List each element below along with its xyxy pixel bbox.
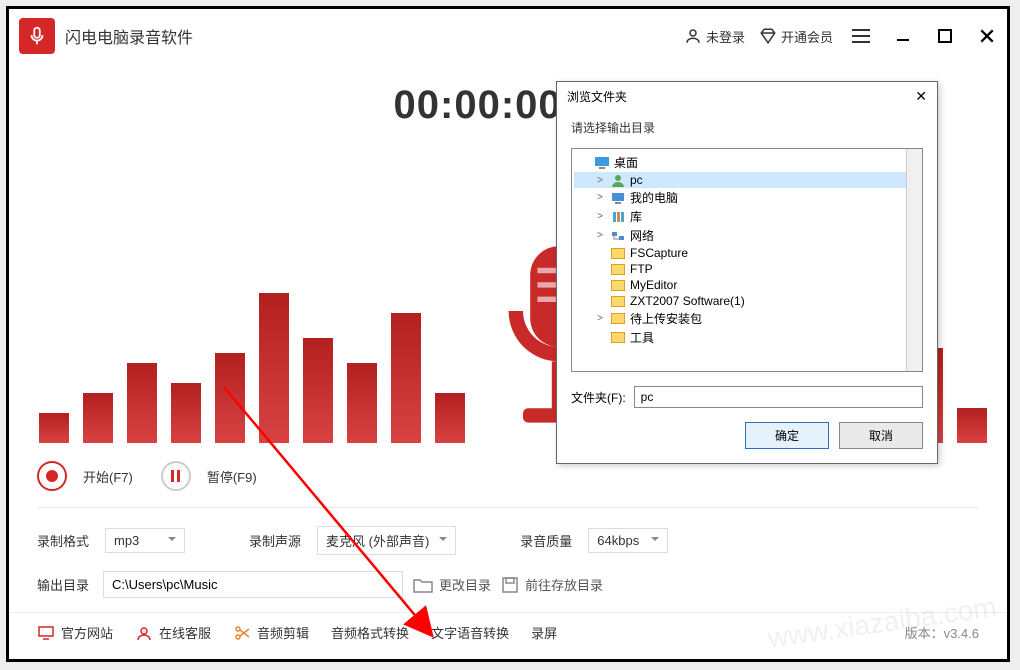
record-label: 开始(F7) bbox=[83, 467, 133, 486]
tree-item-label: ZXT2007 Software(1) bbox=[630, 294, 745, 308]
login-button[interactable]: 未登录 bbox=[684, 27, 745, 46]
minimize-icon bbox=[896, 29, 910, 43]
tree-item-label: 桌面 bbox=[614, 154, 638, 171]
diamond-icon bbox=[759, 27, 777, 45]
folder-icon bbox=[413, 577, 433, 593]
output-dir-input[interactable] bbox=[103, 571, 403, 598]
tree-user-icon bbox=[610, 173, 626, 187]
pause-button[interactable] bbox=[161, 461, 191, 491]
pause-icon bbox=[171, 470, 180, 482]
titlebar: 闪电电脑录音软件 未登录 开通会员 bbox=[9, 9, 1007, 63]
format-label: 录制格式 bbox=[37, 531, 93, 550]
tree-item[interactable]: > 待上传安装包 bbox=[574, 309, 920, 328]
app-title: 闪电电脑录音软件 bbox=[65, 24, 193, 48]
close-button[interactable] bbox=[973, 22, 1001, 50]
tree-item[interactable]: 工具 bbox=[574, 328, 920, 347]
maximize-icon bbox=[938, 29, 952, 43]
monitor-icon bbox=[37, 624, 55, 642]
app-window: 闪电电脑录音软件 未登录 开通会员 bbox=[6, 6, 1010, 662]
open-dir-button[interactable]: 前往存放目录 bbox=[501, 575, 603, 594]
official-site-link[interactable]: 官方网站 bbox=[37, 623, 113, 642]
folder-name-input[interactable] bbox=[634, 386, 923, 408]
audio-convert-link[interactable]: 音频格式转换 bbox=[331, 623, 409, 642]
user-icon bbox=[684, 27, 702, 45]
tree-item-label: pc bbox=[630, 173, 643, 187]
tree-item-label: 我的电脑 bbox=[630, 189, 678, 206]
tree-item[interactable]: FTP bbox=[574, 261, 920, 277]
folder-field-label: 文件夹(F): bbox=[571, 389, 626, 406]
maximize-button[interactable] bbox=[931, 22, 959, 50]
tts-link[interactable]: 文字语音转换 bbox=[431, 623, 509, 642]
quality-select[interactable]: 64kbps bbox=[588, 528, 668, 553]
tree-item-label: 工具 bbox=[630, 329, 654, 346]
folder-tree[interactable]: 桌面>pc>我的电脑>库>网络FSCaptureFTPMyEditorZXT20… bbox=[571, 148, 923, 372]
scissors-icon bbox=[233, 624, 251, 642]
tree-item[interactable]: ZXT2007 Software(1) bbox=[574, 293, 920, 309]
close-icon bbox=[979, 28, 995, 44]
tree-item-label: 待上传安装包 bbox=[630, 310, 702, 327]
dialog-hint: 请选择输出目录 bbox=[571, 119, 923, 136]
source-select[interactable]: 麦克风 (外部声音) bbox=[317, 526, 456, 555]
dialog-close-button[interactable]: ✕ bbox=[915, 88, 927, 105]
tree-item-label: MyEditor bbox=[630, 278, 677, 292]
tree-item-label: 库 bbox=[630, 208, 642, 225]
screen-record-link[interactable]: 录屏 bbox=[531, 623, 557, 642]
tree-item-label: FSCapture bbox=[630, 246, 688, 260]
record-button[interactable] bbox=[37, 461, 67, 491]
path-row: 输出目录 更改目录 前往存放目录 bbox=[9, 565, 1007, 612]
source-label: 录制声源 bbox=[249, 531, 305, 550]
dialog-titlebar: 浏览文件夹 ✕ bbox=[557, 82, 937, 111]
tree-item[interactable]: > pc bbox=[574, 172, 920, 188]
options-row: 录制格式 mp3 录制声源 麦克风 (外部声音) 录音质量 64kbps bbox=[9, 516, 1007, 565]
browse-folder-dialog: 浏览文件夹 ✕ 请选择输出目录 桌面>pc>我的电脑>库>网络FSCapture… bbox=[556, 81, 938, 464]
tree-desktop-icon bbox=[594, 156, 610, 170]
quality-label: 录音质量 bbox=[520, 531, 576, 550]
tree-item[interactable]: > 我的电脑 bbox=[574, 188, 920, 207]
titlebar-right: 未登录 开通会员 bbox=[684, 22, 1001, 50]
tree-twisty[interactable]: > bbox=[594, 192, 606, 203]
tree-network-icon bbox=[610, 229, 626, 243]
output-dir-label: 输出目录 bbox=[37, 575, 93, 594]
tree-folder-icon bbox=[610, 278, 626, 292]
pause-label: 暂停(F9) bbox=[207, 467, 257, 486]
customer-service-link[interactable]: 在线客服 bbox=[135, 623, 211, 642]
cancel-button[interactable]: 取消 bbox=[839, 422, 923, 449]
vip-label: 开通会员 bbox=[781, 27, 833, 46]
tree-scrollbar[interactable] bbox=[906, 149, 922, 371]
vip-button[interactable]: 开通会员 bbox=[759, 27, 833, 46]
tree-item[interactable]: MyEditor bbox=[574, 277, 920, 293]
tree-folder-icon bbox=[610, 246, 626, 260]
tree-folder-icon bbox=[610, 312, 626, 326]
tree-item-label: FTP bbox=[630, 262, 653, 276]
tree-folder-icon bbox=[610, 294, 626, 308]
minimize-button[interactable] bbox=[889, 22, 917, 50]
save-icon bbox=[501, 576, 519, 594]
headset-icon bbox=[135, 624, 153, 642]
change-dir-button[interactable]: 更改目录 bbox=[413, 575, 491, 594]
tree-twisty[interactable]: > bbox=[594, 313, 606, 324]
divider bbox=[37, 507, 979, 508]
mic-icon bbox=[26, 25, 48, 47]
tree-item[interactable]: >库 bbox=[574, 207, 920, 226]
app-logo bbox=[19, 18, 55, 54]
tree-folder-icon bbox=[610, 331, 626, 345]
format-select[interactable]: mp3 bbox=[105, 528, 185, 553]
tree-item[interactable]: > 网络 bbox=[574, 226, 920, 245]
ok-button[interactable]: 确定 bbox=[745, 422, 829, 449]
tree-lib-icon bbox=[610, 210, 626, 224]
hamburger-icon bbox=[852, 29, 870, 43]
dialog-title: 浏览文件夹 bbox=[567, 88, 627, 105]
waveform-left bbox=[39, 293, 465, 443]
login-label: 未登录 bbox=[706, 27, 745, 46]
tree-twisty[interactable]: > bbox=[594, 211, 606, 222]
tree-folder-icon bbox=[610, 262, 626, 276]
tree-computer-icon bbox=[610, 191, 626, 205]
tree-twisty[interactable]: > bbox=[594, 175, 606, 186]
tree-twisty[interactable]: > bbox=[594, 230, 606, 241]
tree-item-label: 网络 bbox=[630, 227, 654, 244]
audio-trim-link[interactable]: 音频剪辑 bbox=[233, 623, 309, 642]
tree-item[interactable]: FSCapture bbox=[574, 245, 920, 261]
tree-item[interactable]: 桌面 bbox=[574, 153, 920, 172]
menu-button[interactable] bbox=[847, 22, 875, 50]
